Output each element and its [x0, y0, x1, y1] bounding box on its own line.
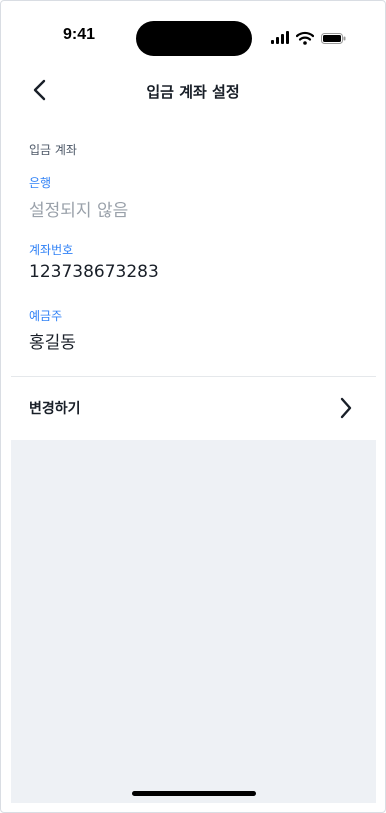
status-time: 9:41 — [62, 26, 96, 43]
section-title: 입금 계좌 — [29, 143, 77, 157]
holder-label: 예금주 — [29, 309, 63, 323]
nav-bar: 입금 계좌 설정 — [1, 75, 385, 105]
app-frame: 9:41 입금 계좌 설정 입금 계좌 은행 설정되지 않음 계좌번호 1237… — [0, 0, 386, 813]
change-label: 변경하기 — [29, 401, 81, 417]
battery-icon — [321, 33, 346, 44]
divider — [11, 376, 376, 377]
empty-content-area — [11, 440, 376, 803]
status-bar: 9:41 — [1, 1, 385, 75]
bank-value: 설정되지 않음 — [29, 201, 129, 221]
signal-icon — [271, 31, 291, 45]
holder-value: 홍길동 — [29, 333, 76, 353]
change-account-button[interactable]: 변경하기 — [11, 378, 376, 438]
wifi-icon — [296, 31, 314, 45]
page-title: 입금 계좌 설정 — [146, 83, 240, 101]
account-number-label: 계좌번호 — [29, 243, 74, 257]
dynamic-island — [136, 21, 252, 56]
chevron-right-icon — [340, 397, 352, 419]
bank-label: 은행 — [29, 176, 52, 190]
home-indicator — [132, 791, 256, 796]
account-number-value: 123738673283 — [29, 262, 159, 282]
